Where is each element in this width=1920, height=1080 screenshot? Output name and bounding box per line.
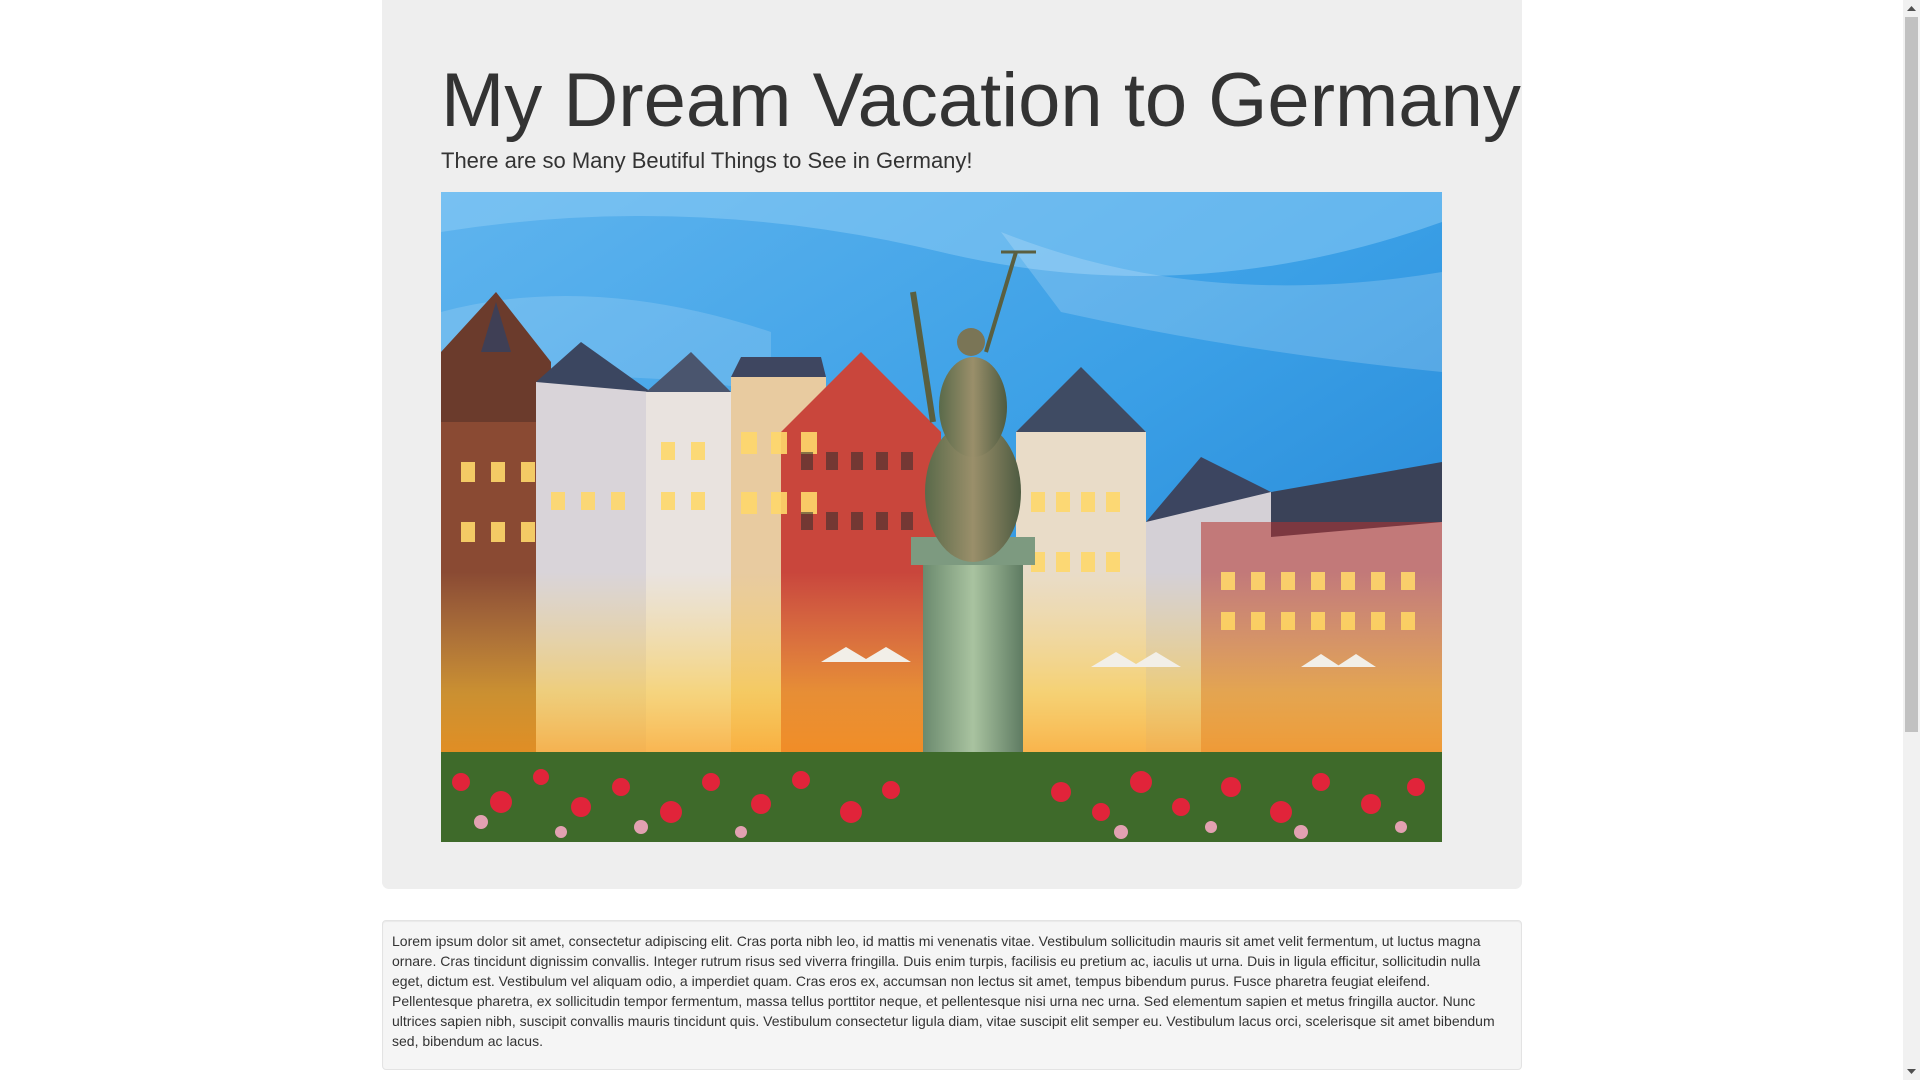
scrollbar-thumb[interactable] (1905, 17, 1918, 732)
vertical-scrollbar[interactable] (1903, 0, 1920, 1080)
hero-image (441, 192, 1442, 842)
article-body: Lorem ipsum dolor sit amet, consectetur … (392, 933, 1495, 1049)
scroll-up-arrow-icon[interactable] (1903, 0, 1920, 17)
page-subtitle: There are so Many Beutiful Things to See… (441, 148, 973, 173)
jumbotron: My Dream Vacation to Germany There are s… (382, 0, 1522, 889)
article-well: Lorem ipsum dolor sit amet, consectetur … (382, 920, 1522, 1070)
page-title: My Dream Vacation to Germany (441, 58, 1521, 143)
page: My Dream Vacation to Germany There are s… (0, 0, 1903, 1080)
scroll-down-arrow-icon[interactable] (1903, 1063, 1920, 1080)
